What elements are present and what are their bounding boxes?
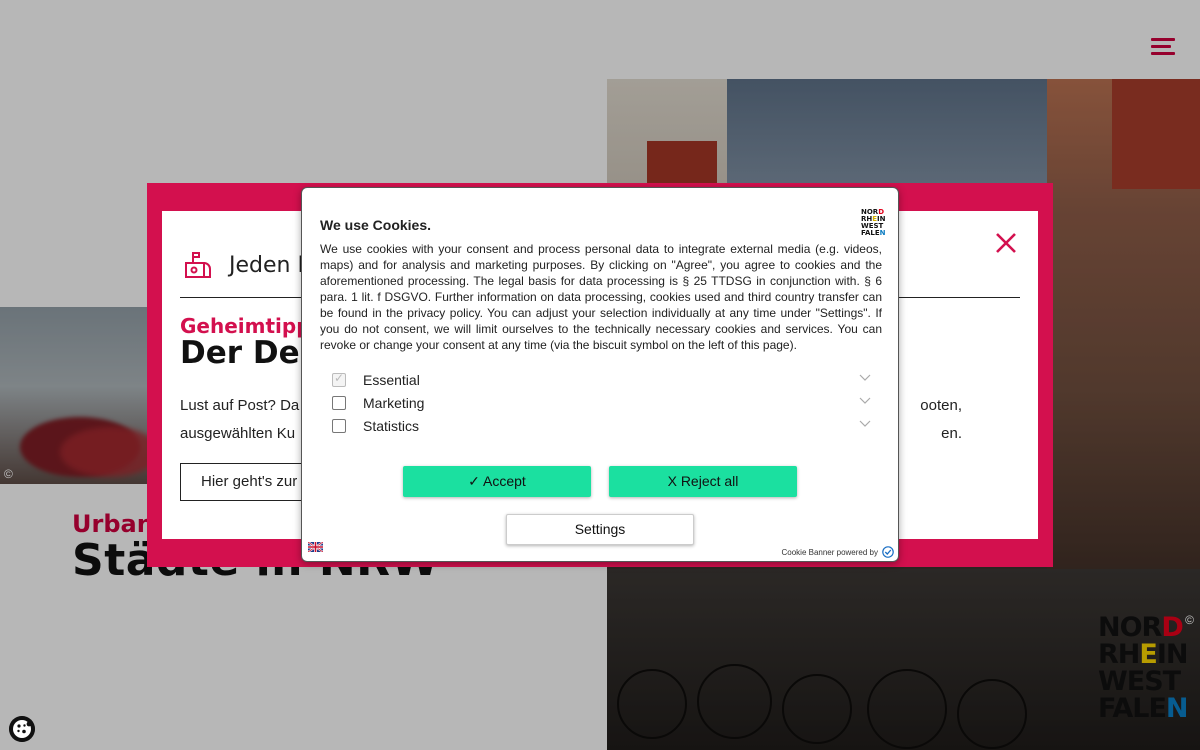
- category-label: Essential: [363, 372, 420, 388]
- marketing-checkbox[interactable]: [332, 396, 346, 410]
- reject-all-button[interactable]: X Reject all: [609, 466, 797, 497]
- cookie-category-essential[interactable]: Essential: [332, 371, 872, 391]
- settings-button[interactable]: Settings: [506, 514, 694, 545]
- newsletter-title: Der Dei: [180, 335, 311, 371]
- chevron-down-icon[interactable]: [858, 393, 872, 407]
- uk-flag-icon[interactable]: [308, 542, 323, 552]
- powered-by-text[interactable]: Cookie Banner powered by: [781, 548, 878, 557]
- category-label: Statistics: [363, 418, 420, 434]
- chevron-down-icon[interactable]: [858, 416, 872, 430]
- mailbox-icon: [185, 252, 211, 278]
- essential-checkbox: [332, 371, 346, 387]
- cookie-icon[interactable]: [9, 716, 35, 742]
- nrw-logo-small: NORD RHEIN WEST FALEN: [861, 208, 886, 237]
- chevron-down-icon[interactable]: [858, 370, 872, 384]
- shield-check-icon[interactable]: [882, 546, 894, 558]
- cookie-category-marketing[interactable]: Marketing: [332, 394, 872, 414]
- cookie-description: We use cookies with your consent and pro…: [320, 242, 882, 352]
- category-label: Marketing: [363, 395, 425, 411]
- close-icon[interactable]: [994, 231, 1018, 255]
- statistics-checkbox[interactable]: [332, 419, 346, 433]
- cookie-banner: We use Cookies. NORD RHEIN WEST FALEN We…: [301, 187, 899, 562]
- accept-button[interactable]: ✓ Accept: [403, 466, 591, 497]
- cookie-category-statistics[interactable]: Statistics: [332, 417, 872, 437]
- cookie-title: We use Cookies.: [320, 217, 432, 233]
